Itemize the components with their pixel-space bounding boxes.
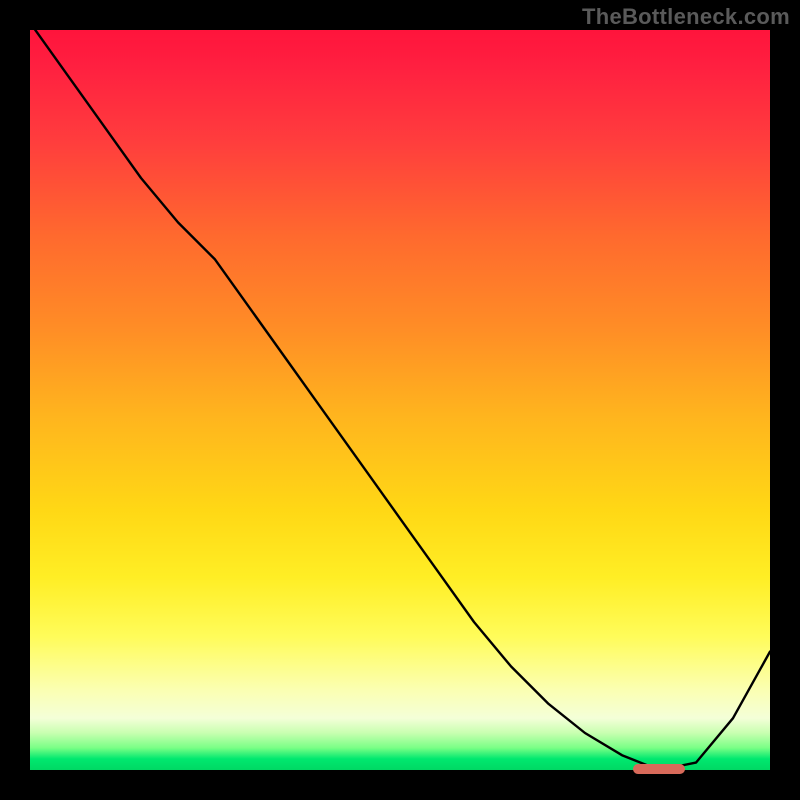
plot-area — [30, 30, 770, 770]
line-series — [30, 30, 770, 770]
attribution-label: TheBottleneck.com — [582, 4, 790, 30]
chart-frame: TheBottleneck.com — [0, 0, 800, 800]
optimum-marker — [633, 764, 685, 774]
series-path — [30, 30, 770, 770]
